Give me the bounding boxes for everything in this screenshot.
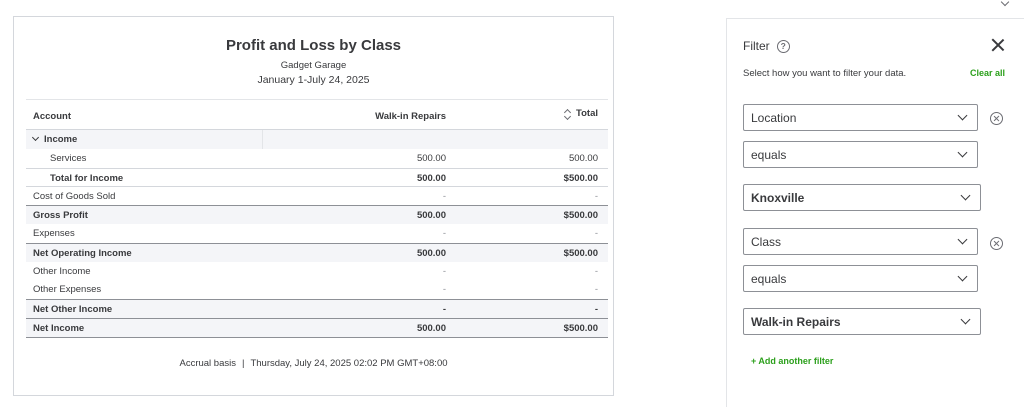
row-other-income[interactable]: Other Income - - <box>26 262 608 281</box>
row-income[interactable]: Income <box>26 130 608 149</box>
remove-filter-1-icon[interactable] <box>990 112 1003 125</box>
row-label: Other Income <box>33 265 91 277</box>
filter-1-operator-select[interactable]: equals <box>743 141 978 168</box>
filter-1-field-select[interactable]: Location <box>743 104 978 131</box>
select-value: Location <box>751 111 797 125</box>
row-label-text: Income <box>44 134 78 145</box>
chevron-down-icon <box>957 271 968 282</box>
report-date-range: January 1-July 24, 2025 <box>257 74 370 86</box>
collapse-chevron-icon[interactable] <box>1000 0 1010 8</box>
cell-total: - <box>594 227 598 239</box>
cell-walkin: - <box>442 191 446 203</box>
sort-icon[interactable] <box>564 109 572 119</box>
filter-2-field-select[interactable]: Class <box>743 228 978 255</box>
row-label: Income <box>31 133 78 145</box>
cell-walkin: - <box>442 227 446 239</box>
report-footer: Accrual basis | Thursday, July 24, 2025 02… <box>14 358 613 369</box>
row-total-for-income[interactable]: Total for Income 500.00 $500.00 <box>26 167 608 187</box>
table-bottom-rule <box>26 336 608 345</box>
add-filter-link[interactable]: + Add another filter <box>751 356 833 366</box>
row-label: Gross Profit <box>33 210 88 222</box>
cell-total[interactable]: $500.00 <box>564 173 598 184</box>
company-name: Gadget Garage <box>280 60 347 71</box>
chevron-down-icon <box>957 147 968 158</box>
cell-walkin: - <box>442 284 446 296</box>
accounting-basis: Accrual basis <box>179 358 236 369</box>
filter-2-value-select[interactable]: Walk-in Repairs <box>743 308 981 335</box>
row-label: Expenses <box>33 227 75 239</box>
report-table: Account Walk-in Repairs Total Income Ser… <box>26 99 608 345</box>
clear-all-link[interactable]: Clear all <box>970 68 1005 78</box>
select-value: equals <box>751 272 787 286</box>
filter-2-operator-select[interactable]: equals <box>743 265 978 292</box>
cell-total: - <box>594 265 598 277</box>
chevron-down-icon <box>957 234 968 245</box>
income-header-cell <box>262 130 608 149</box>
cell-total[interactable]: $500.00 <box>564 210 598 221</box>
cell-walkin[interactable]: 500.00 <box>417 153 446 164</box>
report-title: Profit and Loss by Class <box>225 37 402 54</box>
row-other-expenses[interactable]: Other Expenses - - <box>26 280 608 299</box>
cell-total: - <box>594 191 598 203</box>
cell-walkin[interactable]: 500.00 <box>417 173 446 184</box>
cell-total[interactable]: 500.00 <box>569 153 598 164</box>
filter-1-value-select[interactable]: Knoxville <box>743 184 981 211</box>
cell-walkin: - <box>442 304 446 316</box>
close-icon[interactable] <box>990 37 1006 53</box>
column-header-walkin-repairs[interactable]: Walk-in Repairs <box>375 111 446 122</box>
footer-separator: | <box>241 358 245 369</box>
row-expenses[interactable]: Expenses - - <box>26 224 608 243</box>
remove-filter-2-icon[interactable] <box>990 237 1003 250</box>
report-timestamp: Thursday, July 24, 2025 02:02 PM GMT+08:… <box>250 358 448 369</box>
cell-total[interactable]: $500.00 <box>564 248 598 259</box>
filter-title-group: Filter ? <box>743 39 790 53</box>
row-label: Net Income <box>33 322 85 334</box>
filter-title: Filter <box>743 39 770 53</box>
row-label: Services <box>50 152 87 164</box>
row-label: Other Expenses <box>33 284 102 296</box>
cell-walkin[interactable]: 500.00 <box>417 248 446 259</box>
row-label: Cost of Goods Sold <box>33 191 116 203</box>
row-cost-of-goods-sold[interactable]: Cost of Goods Sold - - <box>26 186 608 205</box>
filter-subtitle: Select how you want to filter your data. <box>743 68 907 79</box>
cell-total[interactable]: $500.00 <box>564 323 598 334</box>
row-label: Net Other Income <box>33 304 113 316</box>
chevron-down-icon <box>960 314 971 325</box>
select-value: Walk-in Repairs <box>751 315 841 329</box>
row-net-income[interactable]: Net Income 500.00 $500.00 <box>26 317 608 337</box>
column-header-total-label: Total <box>576 108 598 119</box>
report-card: Profit and Loss by Class Gadget Garage J… <box>13 16 614 396</box>
chevron-down-icon <box>957 110 968 121</box>
app-stage: Profit and Loss by Class Gadget Garage J… <box>0 0 1024 407</box>
chevron-down-icon <box>960 190 971 201</box>
chevron-down-icon[interactable] <box>31 133 40 142</box>
select-value: Knoxville <box>751 191 805 205</box>
filter-panel: Filter ? Select how you want to filter y… <box>726 18 1024 407</box>
select-value: Class <box>751 235 782 249</box>
help-icon[interactable]: ? <box>776 39 790 53</box>
cell-walkin[interactable]: 500.00 <box>417 323 446 334</box>
row-gross-profit[interactable]: Gross Profit 500.00 $500.00 <box>26 205 608 224</box>
select-value: equals <box>751 148 787 162</box>
cell-walkin: - <box>442 265 446 277</box>
row-net-operating-income[interactable]: Net Operating Income 500.00 $500.00 <box>26 242 608 262</box>
cell-total: - <box>594 304 598 316</box>
column-header-total[interactable]: Total <box>564 108 598 119</box>
row-label: Total for Income <box>50 172 124 184</box>
row-label: Net Operating Income <box>33 247 132 259</box>
column-header-account[interactable]: Account <box>33 111 71 122</box>
cell-total: - <box>594 284 598 296</box>
row-services[interactable]: Services 500.00 500.00 <box>26 149 608 168</box>
cell-walkin[interactable]: 500.00 <box>417 210 446 221</box>
row-net-other-income[interactable]: Net Other Income - - <box>26 299 608 318</box>
table-header: Account Walk-in Repairs Total <box>26 99 608 130</box>
